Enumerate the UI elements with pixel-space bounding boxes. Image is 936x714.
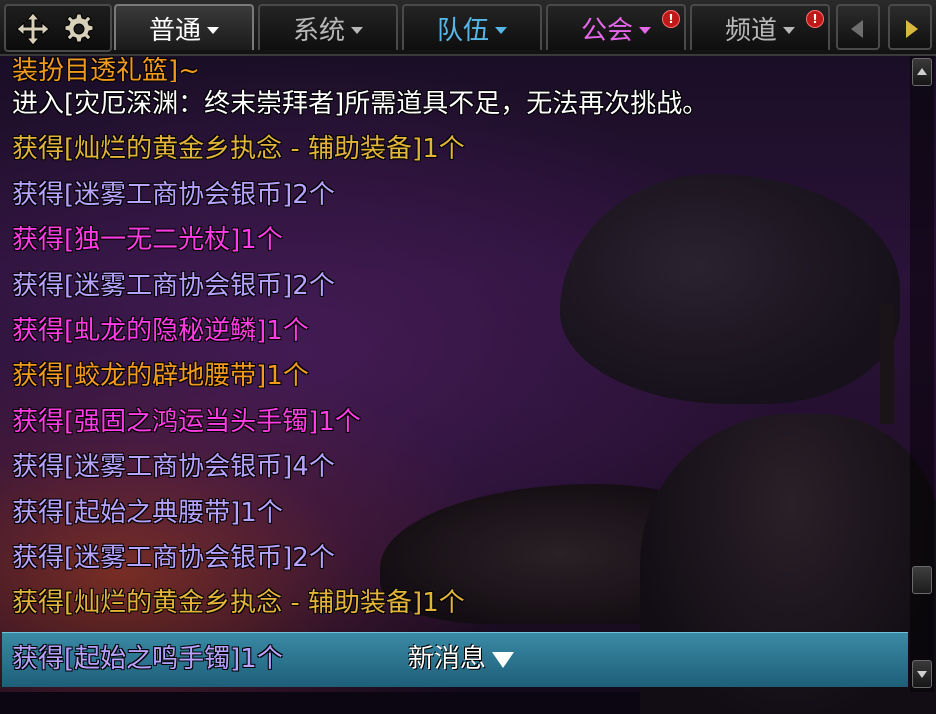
tab-scroll-left-icon bbox=[851, 20, 863, 38]
chat-line: 装扮目透礼篮]~ bbox=[12, 56, 200, 82]
chat-line: 进入[灾厄深渊：终末崇拜者]所需道具不足，无法再次挑战。 bbox=[12, 89, 709, 119]
chat-line: 获得[起始之典腰带]1个 bbox=[12, 497, 283, 528]
chevron-down-icon bbox=[495, 26, 507, 34]
tab-label: 普通 bbox=[148, 15, 201, 46]
chat-line: 获得[起始之鸣手镯]1个 bbox=[12, 644, 283, 674]
tab-scroll-left-button[interactable] bbox=[836, 4, 880, 50]
chat-scrollbar[interactable] bbox=[910, 56, 934, 692]
new-message-label: 新消息 bbox=[408, 644, 487, 674]
new-message-button[interactable]: 新消息 bbox=[408, 637, 515, 682]
alert-icon: ! bbox=[662, 10, 680, 28]
chat-line: 获得[强固之鸿运当头手镯]1个 bbox=[12, 406, 361, 437]
chat-line: 获得[灿烂的黄金乡执念 - 辅助装备]1个 bbox=[12, 134, 465, 165]
chevron-down-icon bbox=[639, 26, 651, 34]
gear-icon[interactable] bbox=[62, 12, 96, 46]
tab-general[interactable]: 普通 bbox=[114, 4, 254, 50]
scroll-thumb[interactable] bbox=[912, 566, 932, 594]
scroll-down-button[interactable] bbox=[912, 660, 932, 688]
chat-tab-bar: 普通 系统 队伍 公会 ! 频道 ! bbox=[0, 0, 936, 56]
chat-log[interactable]: 装扮目透礼篮]~ 进入[灾厄深渊：终末崇拜者]所需道具不足，无法再次挑战。 获得… bbox=[12, 56, 908, 627]
alert-icon: ! bbox=[806, 10, 824, 28]
chevron-down-icon bbox=[351, 26, 363, 34]
scroll-up-icon bbox=[917, 68, 927, 75]
scroll-down-icon bbox=[917, 671, 927, 678]
chat-line: 获得[虬龙的隐秘逆鳞]1个 bbox=[12, 315, 309, 346]
chat-line: 获得[迷雾工商协会银币]2个 bbox=[12, 270, 335, 301]
new-message-bar[interactable]: 获得[起始之鸣手镯]1个 新消息 bbox=[2, 632, 908, 687]
tab-scroll-right-icon bbox=[906, 20, 918, 38]
tab-label: 频道 bbox=[724, 15, 777, 46]
scroll-up-button[interactable] bbox=[912, 58, 932, 86]
chat-line: 获得[蛟龙的辟地腰带]1个 bbox=[12, 361, 309, 392]
chat-line: 获得[迷雾工商协会银币]2个 bbox=[12, 542, 335, 573]
chevron-down-icon bbox=[207, 26, 219, 34]
tab-label: 系统 bbox=[292, 15, 345, 46]
chat-line: 获得[独一无二光杖]1个 bbox=[12, 225, 283, 256]
new-message-down-icon bbox=[492, 651, 515, 668]
chat-line: 获得[迷雾工商协会银币]4个 bbox=[12, 452, 335, 483]
tab-label: 公会 bbox=[580, 15, 633, 46]
chat-line: 获得[迷雾工商协会银币]2个 bbox=[12, 179, 335, 210]
move-icon[interactable] bbox=[16, 12, 50, 46]
chevron-down-icon bbox=[783, 26, 795, 34]
tab-channel[interactable]: 频道 ! bbox=[690, 4, 830, 50]
chat-line: 获得[灿烂的黄金乡执念 - 辅助装备]1个 bbox=[12, 588, 465, 619]
tab-system[interactable]: 系统 bbox=[258, 4, 398, 50]
chat-controls bbox=[4, 4, 112, 52]
tab-party[interactable]: 队伍 bbox=[402, 4, 542, 50]
tab-scroll-right-button[interactable] bbox=[888, 4, 932, 50]
tab-label: 队伍 bbox=[436, 15, 489, 46]
tab-guild[interactable]: 公会 ! bbox=[546, 4, 686, 50]
